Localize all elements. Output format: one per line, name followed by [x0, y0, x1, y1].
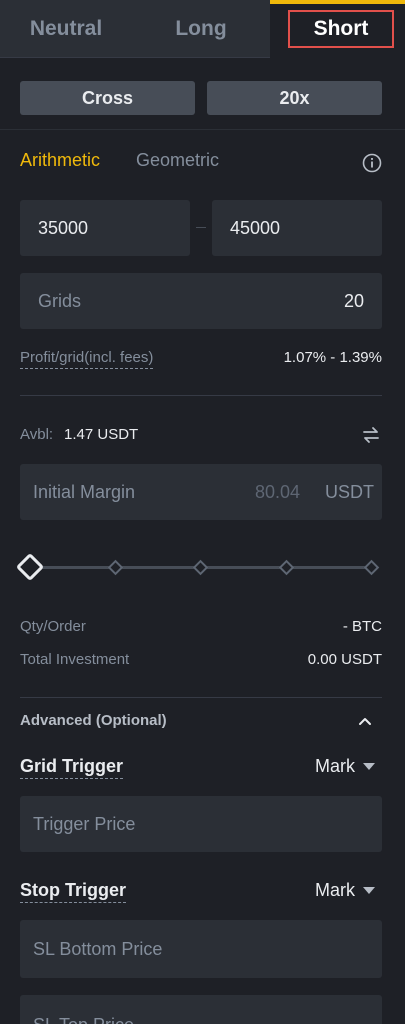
slider-tick[interactable] — [363, 559, 380, 576]
grid-trigger-label[interactable]: Grid Trigger — [20, 756, 124, 779]
divider — [20, 697, 382, 698]
slider-tick[interactable] — [278, 559, 295, 576]
initial-margin-placeholder: Initial Margin — [33, 481, 136, 502]
sl-bottom-price-input[interactable]: SL Bottom Price — [20, 920, 382, 978]
tab-short[interactable]: Short — [270, 0, 405, 58]
transfer-icon[interactable] — [361, 426, 381, 444]
divider — [0, 129, 405, 130]
leverage-button[interactable]: 20x — [207, 81, 382, 115]
chevron-up-icon[interactable] — [358, 716, 372, 726]
grids-input[interactable]: Grids 20 — [20, 273, 382, 329]
sl-top-price-input[interactable]: SL Top Price — [20, 995, 382, 1024]
slider-thumb[interactable] — [15, 552, 45, 582]
tab-long-label: Long — [175, 16, 227, 40]
initial-margin-unit: USDT — [325, 481, 374, 502]
total-investment-value: 0.00 USDT — [307, 651, 382, 668]
sl-top-price-placeholder: SL Top Price — [33, 1015, 134, 1024]
profit-per-grid-label[interactable]: Profit/grid(incl. fees) — [20, 349, 154, 369]
initial-margin-input[interactable]: Initial Margin 80.04 USDT — [20, 464, 382, 520]
tab-long[interactable]: Long — [132, 0, 270, 58]
grid-trigger-type-value: Mark — [315, 756, 355, 776]
slider-tick[interactable] — [107, 559, 124, 576]
margin-mode-button[interactable]: Cross — [20, 81, 195, 115]
advanced-label[interactable]: Advanced (Optional) — [20, 712, 167, 729]
lower-price-value: 35000 — [38, 217, 89, 238]
stop-trigger-type-dropdown[interactable]: Mark — [315, 880, 375, 901]
profit-per-grid-value: 1.07% - 1.39% — [283, 349, 382, 366]
initial-margin-value: 80.04 — [254, 481, 300, 502]
tab-short-label: Short — [288, 10, 394, 48]
tab-arithmetic[interactable]: Arithmetic — [20, 150, 100, 171]
available-label: Avbl: — [20, 426, 54, 443]
direction-tabs: Neutral Long Short — [0, 0, 405, 58]
stop-trigger-type-value: Mark — [315, 880, 355, 900]
trigger-price-input[interactable]: Trigger Price — [20, 796, 382, 852]
upper-price-value: 45000 — [230, 217, 281, 238]
tab-neutral[interactable]: Neutral — [0, 0, 132, 58]
slider-tick[interactable] — [192, 559, 209, 576]
available-value: 1.47 USDT — [64, 426, 139, 443]
tab-geometric[interactable]: Geometric — [136, 150, 219, 171]
divider — [20, 395, 382, 396]
info-icon[interactable] — [362, 153, 382, 173]
upper-price-input[interactable]: 45000 — [212, 200, 382, 256]
tab-neutral-label: Neutral — [29, 16, 103, 40]
trigger-price-placeholder: Trigger Price — [33, 813, 136, 834]
grid-trigger-type-dropdown[interactable]: Mark — [315, 756, 375, 777]
qty-per-order-label: Qty/Order — [20, 618, 86, 635]
sl-bottom-price-placeholder: SL Bottom Price — [33, 938, 163, 959]
qty-per-order-value: - BTC — [342, 618, 382, 635]
caret-down-icon — [363, 763, 375, 770]
caret-down-icon — [363, 887, 375, 894]
stop-trigger-label[interactable]: Stop Trigger — [20, 880, 127, 903]
grids-value: 20 — [343, 290, 364, 311]
lower-price-input[interactable]: 35000 — [20, 200, 190, 256]
grids-label: Grids — [38, 290, 82, 311]
range-separator — [196, 227, 206, 228]
total-investment-label: Total Investment — [20, 651, 130, 668]
